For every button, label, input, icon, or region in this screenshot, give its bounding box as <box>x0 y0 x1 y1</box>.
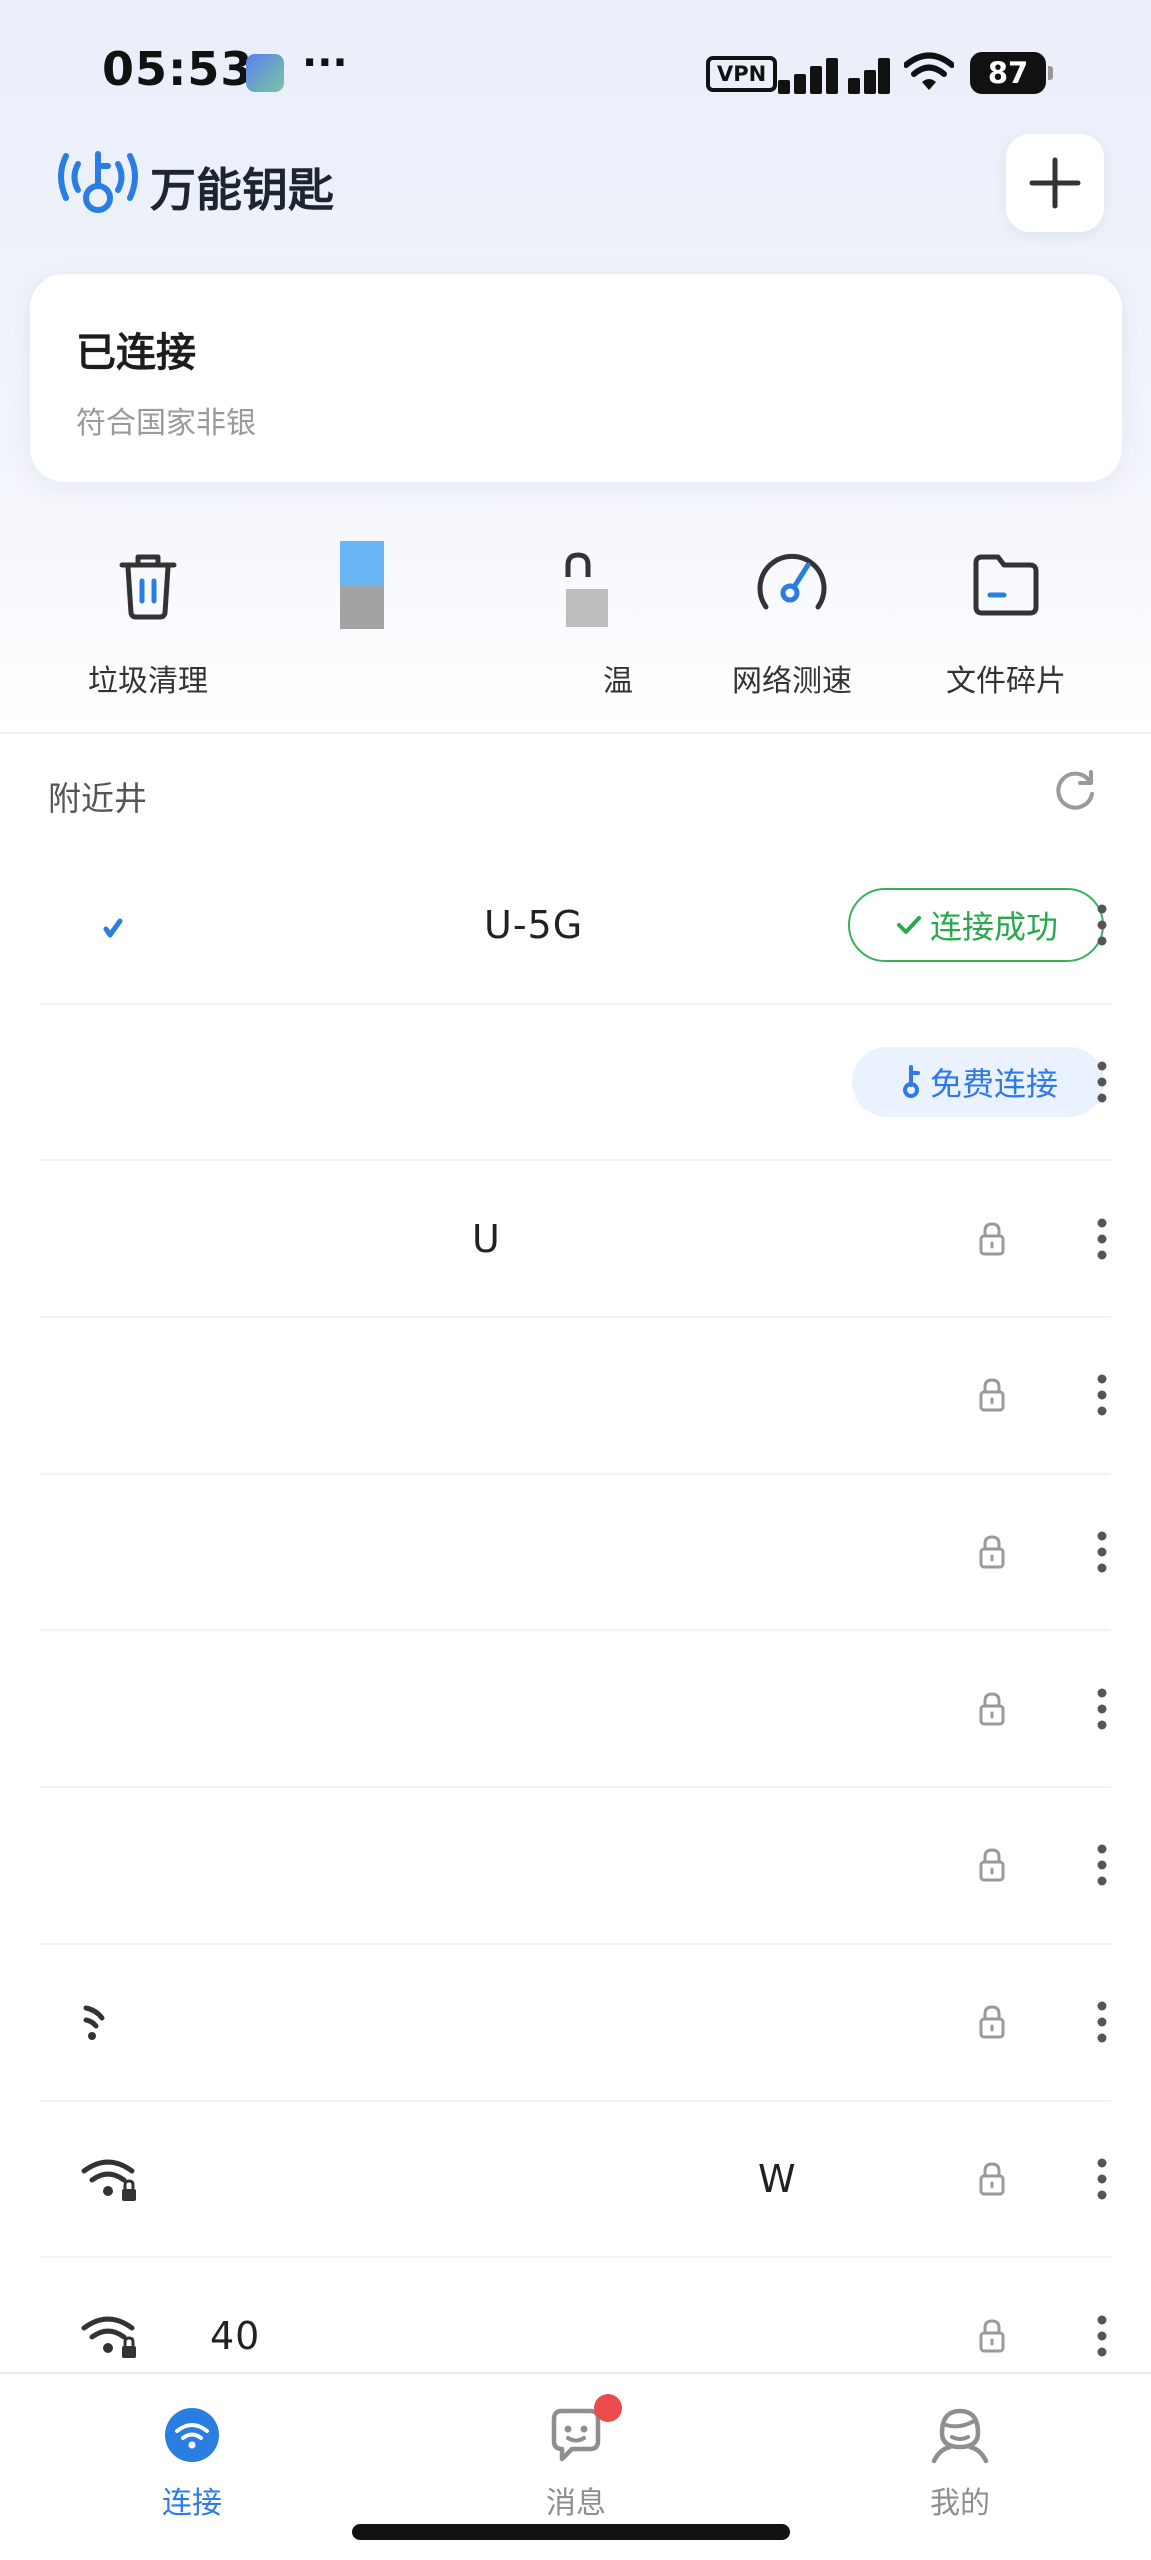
lock-icon <box>979 2319 1005 2353</box>
home-indicator[interactable] <box>352 2524 790 2540</box>
connection-card[interactable]: 已连接 符合国家非银 <box>30 274 1122 482</box>
lock-icon <box>979 1535 1005 1569</box>
wifi-signal-icon <box>83 2005 105 2041</box>
lock-icon <box>979 2162 1005 2196</box>
tab-profile[interactable]: 我的 <box>860 2374 1060 2522</box>
tab-label: 消息 <box>546 2486 606 2521</box>
cellular-signal-icon <box>778 52 890 94</box>
lock-icon <box>979 1692 1005 1726</box>
wifi-key-logo-icon <box>58 151 138 213</box>
refresh-icon[interactable] <box>1052 768 1098 814</box>
more-notifications-icon: ··· <box>302 40 348 86</box>
wifi-status-icon <box>904 52 954 90</box>
free-connect-label: 免费连接 <box>929 1065 1058 1104</box>
wifi-name: U-5G <box>484 903 584 948</box>
tab-label: 连接 <box>162 2486 222 2521</box>
wifi-row[interactable] <box>40 1788 1111 1945</box>
more-options-icon[interactable] <box>1096 903 1108 947</box>
unread-badge <box>594 2394 622 2422</box>
connected-label: 连接成功 <box>929 908 1058 947</box>
connection-description: 符合国家非银 <box>76 406 256 441</box>
section-divider <box>0 732 1151 734</box>
wifi-locked-icon <box>81 2159 136 2201</box>
folder-icon <box>973 554 1039 616</box>
lock-icon <box>979 1848 1005 1882</box>
tool-label: 垃圾清理 <box>88 664 208 699</box>
wifi-name: U <box>472 1216 501 1261</box>
app-icon <box>340 541 384 629</box>
wifi-locked-icon <box>81 2316 136 2358</box>
more-options-icon[interactable] <box>1096 1843 1108 1887</box>
tool-label: 网络测速 <box>732 664 852 699</box>
wifi-name: 40 <box>210 2313 261 2358</box>
more-options-icon[interactable] <box>1096 1060 1108 1104</box>
wifi-list: U-5G 连接成功 免费连接 U W 40 <box>40 848 1111 2415</box>
status-time: 05:53 <box>102 42 254 96</box>
connection-status: 已连接 <box>76 330 196 376</box>
lock-icon <box>979 2005 1005 2039</box>
tab-connect[interactable]: 连接 <box>92 2374 292 2522</box>
add-button[interactable] <box>1006 134 1104 232</box>
wifi-icon <box>165 2408 219 2462</box>
more-options-icon[interactable] <box>1096 2157 1108 2201</box>
nearby-networks-title: 附近井 <box>48 779 147 818</box>
more-options-icon[interactable] <box>1096 1687 1108 1731</box>
tool-temperature[interactable]: 温 <box>478 540 678 700</box>
wifi-row[interactable] <box>40 1475 1111 1632</box>
tool-app[interactable] <box>262 540 462 656</box>
app-title: 万能钥匙 <box>150 163 334 217</box>
vpn-icon: VPN <box>706 56 778 92</box>
lock-icon <box>565 552 608 627</box>
connected-wifi-icon <box>103 918 123 938</box>
free-connect-button[interactable]: 免费连接 <box>852 1047 1104 1118</box>
plus-icon <box>1029 157 1081 209</box>
wifi-row[interactable] <box>40 1631 1111 1789</box>
more-options-icon[interactable] <box>1096 1217 1108 1261</box>
tab-label: 我的 <box>930 2486 990 2521</box>
battery-icon: 87 <box>970 52 1053 94</box>
tab-messages[interactable]: 消息 <box>476 2374 676 2522</box>
key-icon <box>902 1065 920 1099</box>
speedometer-icon <box>757 553 827 610</box>
tool-trash-cleaner[interactable]: 垃圾清理 <box>48 540 248 700</box>
more-options-icon[interactable] <box>1096 1373 1108 1417</box>
tools-row: 垃圾清理 温 网络测速 文件碎片 <box>0 540 1151 730</box>
wifi-row[interactable]: W <box>40 2102 1111 2259</box>
wifi-row[interactable] <box>40 1318 1111 1475</box>
connected-button[interactable]: 连接成功 <box>848 888 1104 963</box>
wifi-row[interactable] <box>40 1945 1111 2102</box>
wifi-row[interactable]: U-5G 连接成功 <box>40 848 1111 1005</box>
profile-icon <box>931 2408 989 2464</box>
lock-icon <box>979 1222 1005 1256</box>
check-icon <box>896 916 921 935</box>
status-bar: 05:53 ··· VPN 87 <box>0 0 1151 140</box>
notification-app-icon <box>246 54 284 92</box>
more-options-icon[interactable] <box>1096 2314 1108 2358</box>
wifi-row[interactable]: 免费连接 <box>40 1005 1111 1162</box>
more-options-icon[interactable] <box>1096 1530 1108 1574</box>
tool-speed-test[interactable]: 网络测速 <box>692 540 892 700</box>
tool-label: 文件碎片 <box>946 664 1066 699</box>
more-options-icon[interactable] <box>1096 2000 1108 2044</box>
wifi-name: W <box>758 2156 797 2201</box>
tool-label: 温 <box>603 664 633 699</box>
tool-file-fragments[interactable]: 文件碎片 <box>906 540 1106 700</box>
trash-icon <box>119 554 177 620</box>
wifi-row[interactable]: U <box>40 1161 1111 1319</box>
lock-icon <box>979 1378 1005 1412</box>
